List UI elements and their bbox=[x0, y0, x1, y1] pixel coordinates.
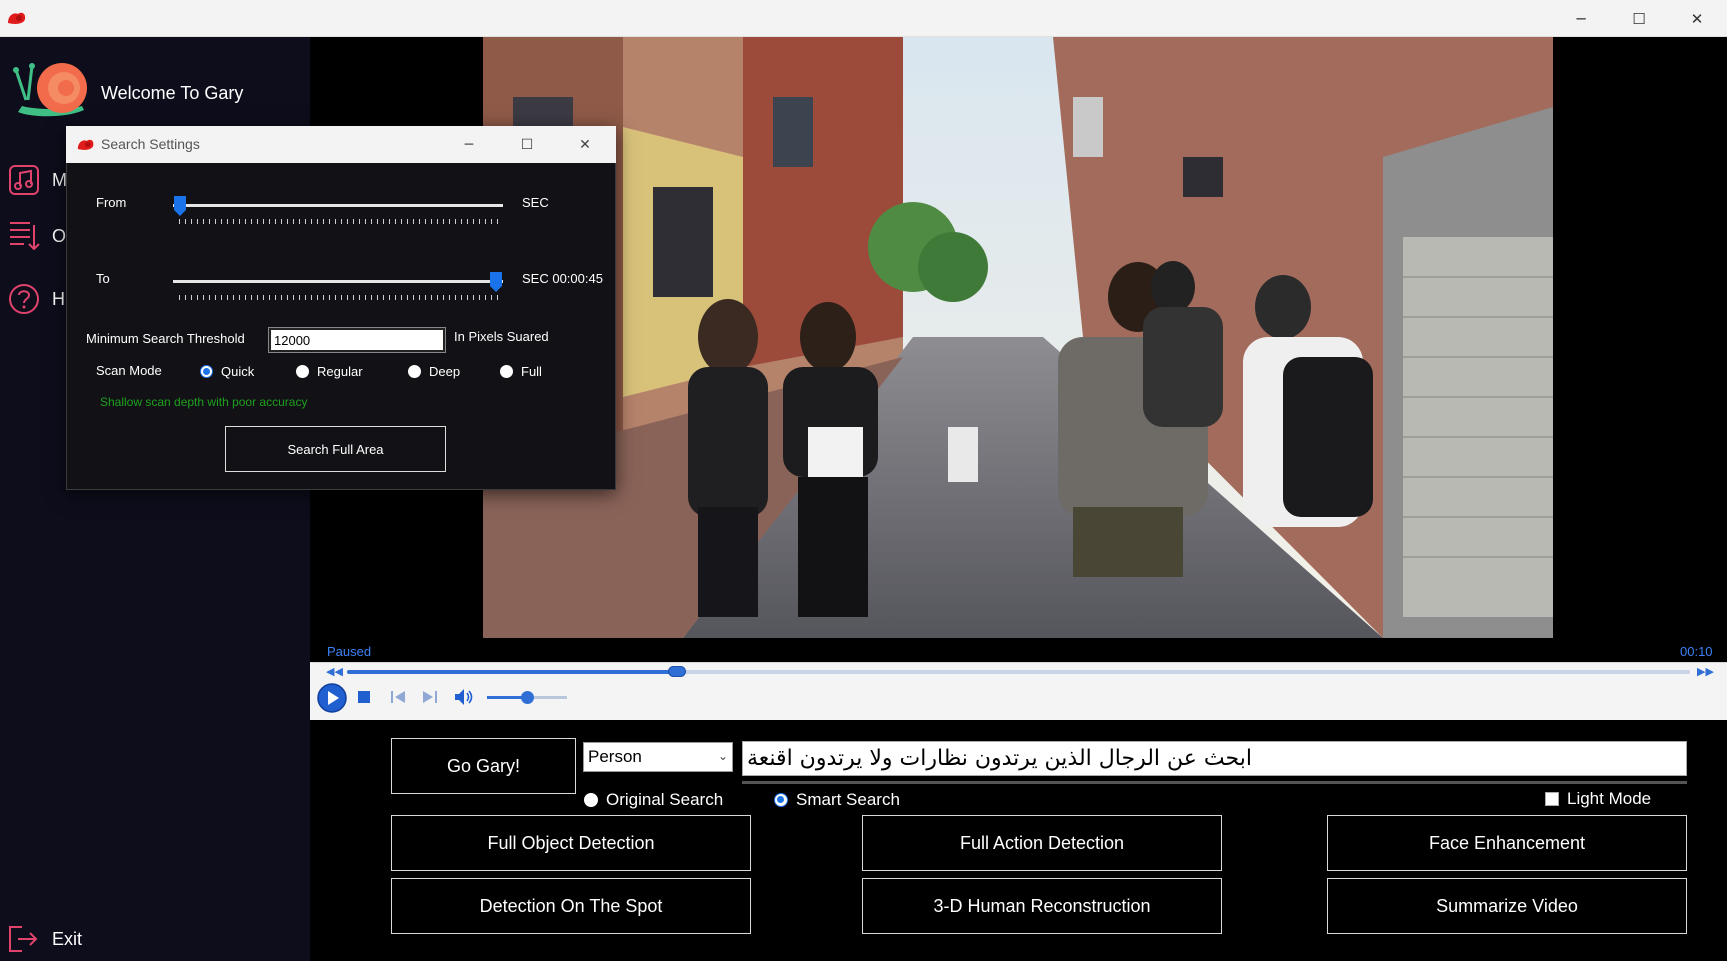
to-slider-ticks bbox=[179, 295, 501, 300]
stop-icon[interactable] bbox=[357, 690, 371, 704]
welcome-title: Welcome To Gary bbox=[101, 83, 244, 103]
music-note-icon bbox=[9, 165, 39, 195]
scan-mode-quick-radio[interactable]: Quick bbox=[200, 364, 254, 379]
radio-indicator bbox=[500, 365, 513, 378]
dialog-close-button[interactable]: ✕ bbox=[557, 126, 613, 163]
go-gary-button[interactable]: Go Gary! bbox=[391, 738, 576, 794]
detection-on-the-spot-button[interactable]: Detection On The Spot bbox=[391, 878, 751, 934]
list-sort-icon bbox=[10, 222, 40, 251]
maximize-button[interactable]: ☐ bbox=[1610, 0, 1668, 37]
video-scene-image bbox=[483, 37, 1553, 638]
radio-label: Full bbox=[521, 364, 542, 379]
skip-next-icon[interactable] bbox=[422, 690, 438, 704]
from-label: From bbox=[96, 195, 127, 210]
search-full-area-button[interactable]: Search Full Area bbox=[225, 426, 446, 472]
from-unit: SEC bbox=[522, 195, 549, 210]
query-underline bbox=[742, 781, 1687, 784]
checkbox-indicator bbox=[1545, 792, 1559, 806]
sidebar-item-label: M bbox=[52, 169, 67, 190]
to-label: To bbox=[96, 271, 110, 286]
volume-thumb[interactable] bbox=[521, 691, 534, 704]
query-input[interactable]: ابحث عن الرجال الذين يرتدون نظارات ولا ي… bbox=[742, 741, 1687, 776]
radio-label: Deep bbox=[429, 364, 461, 379]
minimize-button[interactable]: ─ bbox=[1552, 0, 1610, 37]
radio-indicator bbox=[200, 365, 213, 378]
smart-search-radio[interactable]: Smart Search bbox=[774, 790, 900, 810]
query-text: ابحث عن الرجال الذين يرتدون نظارات ولا ي… bbox=[747, 746, 1252, 771]
seek-forward-icon[interactable]: ▶▶ bbox=[1697, 665, 1714, 678]
close-button[interactable]: ✕ bbox=[1668, 0, 1726, 37]
threshold-unit: In Pixels Suared bbox=[454, 329, 549, 344]
player-status: Paused bbox=[327, 644, 372, 659]
original-search-radio[interactable]: Original Search bbox=[584, 790, 723, 810]
dialog-maximize-button[interactable]: ☐ bbox=[499, 126, 555, 163]
snail-logo-icon bbox=[13, 63, 87, 117]
seek-progress-fill bbox=[347, 670, 678, 674]
scan-hint-text: Shallow scan depth with poor accuracy bbox=[100, 395, 308, 409]
play-button-icon[interactable] bbox=[316, 682, 348, 714]
seek-thumb[interactable] bbox=[668, 666, 687, 677]
radio-label: Smart Search bbox=[796, 790, 900, 809]
face-enhancement-button[interactable]: Face Enhancement bbox=[1327, 815, 1687, 871]
app-logo-icon bbox=[77, 139, 94, 150]
threshold-value: 12000 bbox=[274, 332, 311, 348]
video-frame[interactable] bbox=[483, 37, 1553, 638]
radio-indicator bbox=[584, 793, 598, 807]
seek-back-icon[interactable]: ◀◀ bbox=[326, 665, 343, 678]
category-select[interactable]: Person ⌄ bbox=[583, 742, 733, 772]
scan-mode-label: Scan Mode bbox=[96, 363, 162, 378]
radio-indicator bbox=[296, 365, 309, 378]
to-unit: SEC 00:00:45 bbox=[522, 271, 603, 286]
exit-button[interactable]: Exit bbox=[8, 920, 308, 958]
dialog-minimize-button[interactable]: ─ bbox=[441, 126, 497, 163]
exit-label: Exit bbox=[52, 928, 83, 949]
help-circle-icon bbox=[9, 284, 39, 314]
sidebar-item-label: H bbox=[52, 288, 65, 309]
full-action-detection-button[interactable]: Full Action Detection bbox=[862, 815, 1222, 871]
to-slider-track[interactable] bbox=[173, 280, 503, 283]
radio-label: Quick bbox=[221, 364, 255, 379]
player-time: 00:10 bbox=[1680, 644, 1713, 659]
radio-indicator bbox=[774, 793, 788, 807]
checkbox-label: Light Mode bbox=[1567, 789, 1652, 808]
from-slider-track[interactable] bbox=[173, 204, 503, 207]
from-slider-ticks bbox=[179, 219, 501, 224]
exit-icon bbox=[9, 926, 38, 952]
threshold-input[interactable]: 12000 bbox=[268, 327, 446, 353]
category-select-value: Person bbox=[588, 747, 642, 766]
summarize-video-button[interactable]: Summarize Video bbox=[1327, 878, 1687, 934]
dialog-title: Search Settings bbox=[101, 136, 200, 152]
radio-indicator bbox=[408, 365, 421, 378]
app-logo-icon bbox=[8, 12, 26, 24]
volume-icon[interactable] bbox=[454, 688, 474, 706]
skip-previous-icon[interactable] bbox=[390, 690, 406, 704]
light-mode-checkbox[interactable]: Light Mode bbox=[1545, 789, 1651, 809]
chevron-down-icon: ⌄ bbox=[717, 749, 728, 763]
scan-mode-regular-radio[interactable]: Regular bbox=[296, 364, 363, 379]
3d-human-reconstruction-button[interactable]: 3-D Human Reconstruction bbox=[862, 878, 1222, 934]
radio-label: Original Search bbox=[606, 790, 724, 809]
window-titlebar: ─ ☐ ✕ bbox=[0, 0, 1727, 37]
threshold-label: Minimum Search Threshold bbox=[86, 331, 245, 346]
scan-mode-full-radio[interactable]: Full bbox=[500, 364, 542, 379]
radio-label: Regular bbox=[317, 364, 363, 379]
scan-mode-deep-radio[interactable]: Deep bbox=[408, 364, 460, 379]
full-object-detection-button[interactable]: Full Object Detection bbox=[391, 815, 751, 871]
